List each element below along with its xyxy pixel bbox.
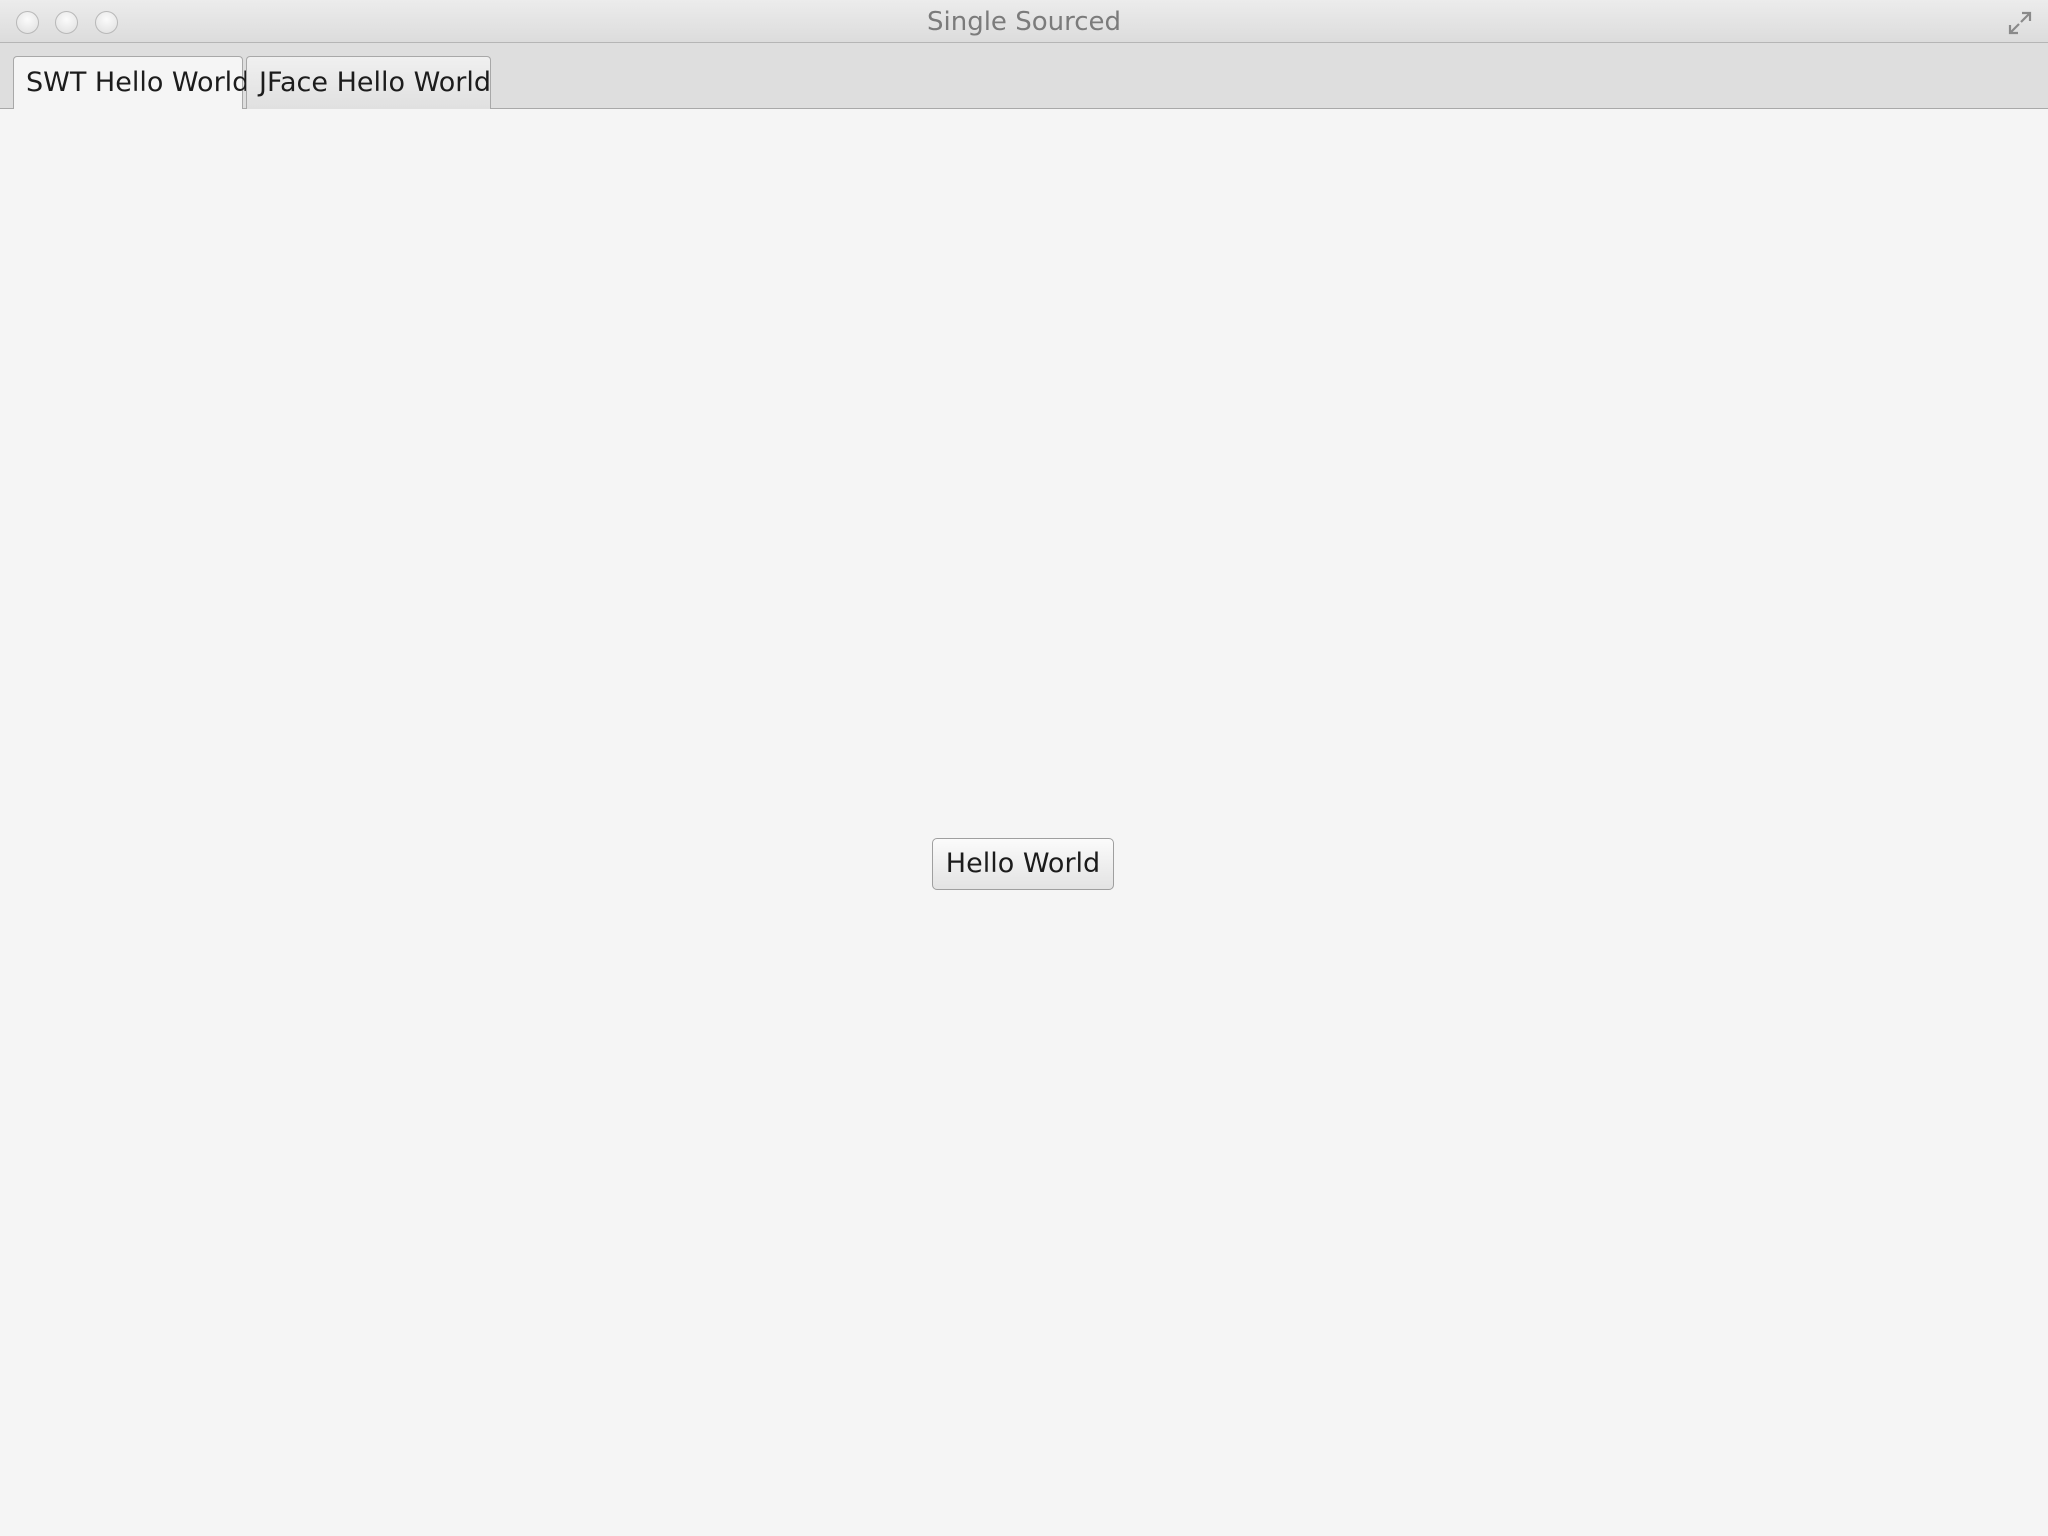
fullscreen-icon[interactable] — [2006, 9, 2034, 37]
tab-content-panel: Hello World — [0, 109, 2048, 1536]
title-bar[interactable]: Single Sourced — [0, 0, 2048, 43]
application-window: Single Sourced SWT Hello World JFace Hel… — [0, 0, 2048, 1536]
tab-swt-hello-world[interactable]: SWT Hello World — [13, 56, 249, 110]
tab-jface-hello-world[interactable]: JFace Hello World — [246, 56, 491, 109]
tab-bar: SWT Hello World JFace Hello World — [0, 43, 2048, 110]
hello-world-button[interactable]: Hello World — [932, 838, 1114, 890]
window-title: Single Sourced — [927, 7, 1121, 37]
